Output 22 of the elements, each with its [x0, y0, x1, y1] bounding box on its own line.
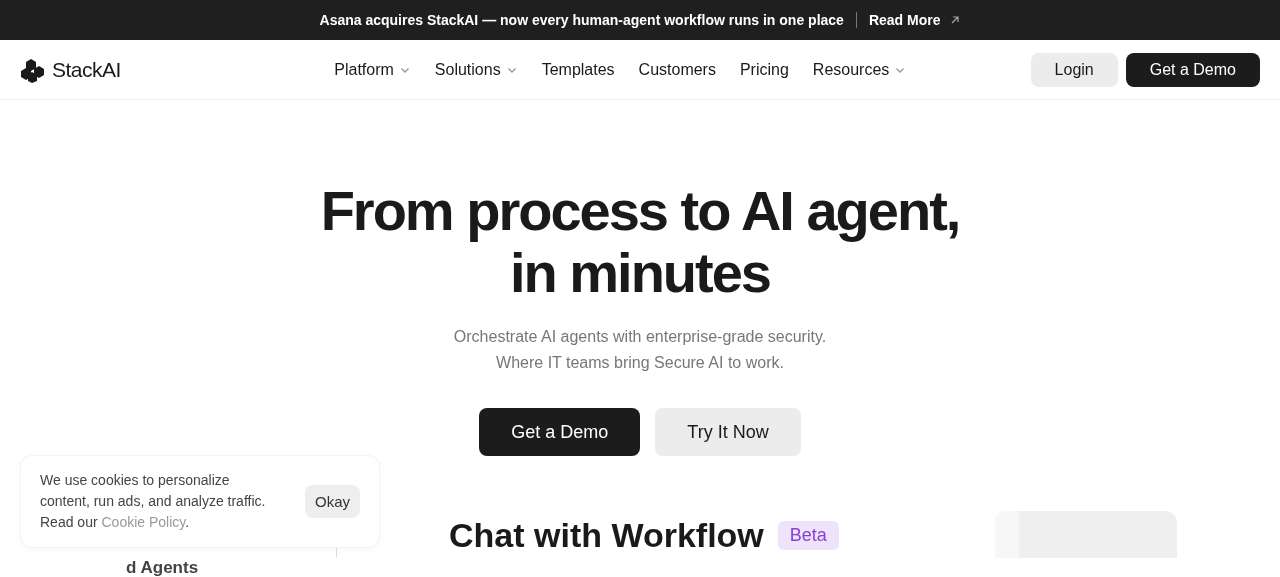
announcement-text: Asana acquires StackAI — now every human-agent workflow runs in one place: [319, 12, 844, 28]
preview-heading: Chat with Workflow: [449, 516, 764, 555]
read-more-link[interactable]: Read More: [868, 12, 961, 28]
try-button[interactable]: Try It Now: [655, 408, 801, 456]
hero-subtitle: Orchestrate AI agents with enterprise-grade security. Where IT teams bring Secure AI to work.: [453, 327, 827, 373]
nav-link[interactable]: Platform: [334, 60, 411, 79]
nav-link[interactable]: Customers: [638, 60, 716, 79]
hero-title: From process to AI agent, in minutes: [320, 180, 960, 304]
demo-button[interactable]: Get a Demo: [479, 408, 641, 456]
beta-badge: Beta: [777, 521, 839, 550]
cookie-text: We use cookies to personalize content, run ads, and analyze traffic. Read our Cookie Policy.: [40, 471, 267, 532]
arrow-up-right-icon: [950, 15, 961, 25]
nav-link[interactable]: Pricing: [739, 60, 789, 79]
nav-link[interactable]: Templates: [541, 60, 615, 79]
sidebar-label: d Agents: [126, 559, 199, 576]
demo-button[interactable]: Get a Demo: [1125, 52, 1260, 87]
cubes-logo-icon: [20, 56, 46, 83]
logo-text: StackAI: [52, 57, 121, 82]
nav-link[interactable]: Solutions: [434, 60, 518, 79]
login-button[interactable]: Login: [1030, 52, 1118, 87]
nav-link[interactable]: Resources: [812, 60, 907, 79]
okay-button[interactable]: Okay: [305, 485, 360, 518]
